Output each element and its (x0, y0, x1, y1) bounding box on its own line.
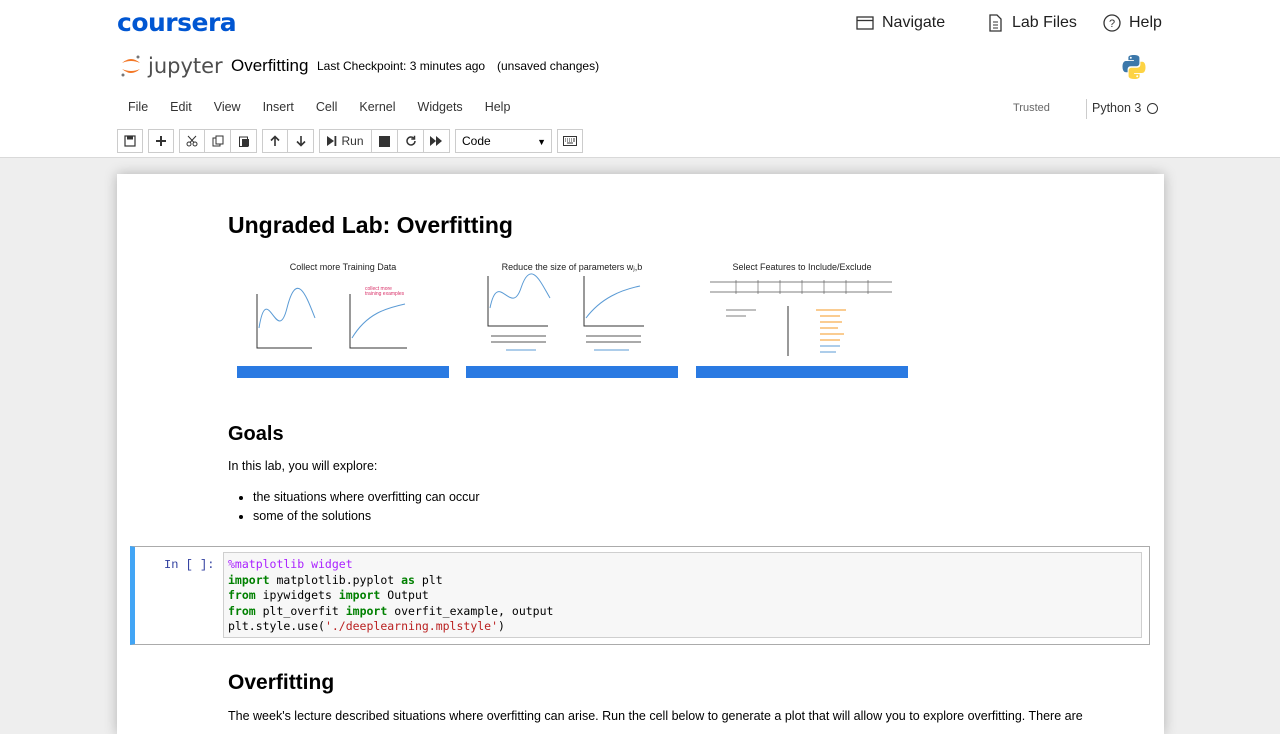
jupyter-logo-text: jupyter (148, 54, 223, 78)
help-label: Help (1129, 14, 1162, 31)
jupyter-menubar: File Edit View Insert Cell Kernel Widget… (117, 96, 521, 120)
slide-footer (696, 366, 908, 378)
run-button[interactable]: Run (319, 129, 372, 153)
chevron-down-icon: ▼ (537, 137, 546, 147)
slide-select-features: Select Features to Include/Exclude (696, 258, 908, 378)
jupyter-toolbar: Run Code ▼ (117, 129, 588, 153)
save-icon (124, 135, 136, 147)
save-button[interactable] (117, 129, 143, 153)
kernel-divider (1086, 99, 1087, 119)
scissors-icon (186, 135, 198, 147)
svg-text:?: ? (1109, 18, 1115, 30)
notebook-heading: Ungraded Lab: Overfitting (228, 212, 513, 238)
autosave-status: (unsaved changes) (497, 59, 600, 73)
copy-button[interactable] (205, 129, 231, 153)
slide-reduce-parameters: Reduce the size of parameters wⱼ,b (466, 258, 678, 378)
notebook-title[interactable]: Overfitting (231, 56, 308, 76)
section-heading: Overfitting (228, 671, 335, 694)
lab-files-label: Lab Files (1012, 14, 1077, 31)
arrow-up-icon (270, 135, 280, 146)
jupyter-logo-icon (121, 55, 140, 77)
interrupt-button[interactable] (372, 129, 398, 153)
stop-icon (379, 135, 390, 147)
menu-edit[interactable]: Edit (159, 96, 203, 120)
coursera-topbar: coursera Navigate Lab Files ? Help (0, 0, 1280, 50)
move-down-button[interactable] (288, 129, 314, 153)
command-palette-button[interactable] (557, 129, 583, 153)
slide-graphic (710, 280, 892, 356)
navigate-label: Navigate (882, 14, 946, 31)
list-item: the situations where overfitting can occ… (253, 490, 480, 509)
menu-help[interactable]: Help (474, 96, 522, 120)
code-line: from ipywidgets import Output (228, 588, 429, 602)
menu-insert[interactable]: Insert (252, 96, 305, 120)
code-line: %matplotlib widget (228, 557, 353, 571)
jupyter-logo[interactable]: jupyter (120, 54, 223, 78)
fast-forward-icon (430, 136, 442, 146)
file-icon (989, 14, 1002, 32)
goals-list: the situations where overfitting can occ… (253, 490, 480, 527)
slide-footer (237, 366, 449, 378)
code-line: from plt_overfit import overfit_example,… (228, 604, 554, 618)
cell-prompt: In [ ]: (164, 558, 215, 572)
navigate-button[interactable]: Navigate (856, 14, 945, 32)
menu-widgets[interactable]: Widgets (407, 96, 474, 120)
keyboard-icon (563, 136, 577, 146)
kernel-name[interactable]: Python 3 (1092, 101, 1141, 115)
coursera-logo[interactable]: coursera (117, 8, 237, 37)
navigate-icon (856, 16, 874, 30)
cell-type-value: Code (462, 134, 491, 148)
help-icon: ? (1103, 14, 1121, 32)
section-text: The week's lecture described situations … (228, 709, 1083, 723)
svg-text:training examples: training examples (365, 291, 405, 297)
lab-files-button[interactable]: Lab Files (986, 14, 1077, 32)
menu-kernel[interactable]: Kernel (348, 96, 406, 120)
arrow-down-icon (295, 136, 306, 147)
kernel-status-icon (1147, 103, 1158, 114)
plus-icon (156, 136, 166, 146)
copy-icon (212, 135, 223, 147)
checkpoint-status: Last Checkpoint: 3 minutes ago (317, 59, 486, 73)
menu-file[interactable]: File (117, 96, 159, 120)
slide-footer (466, 366, 678, 378)
run-label: Run (341, 134, 364, 148)
goals-heading: Goals (228, 423, 284, 445)
step-forward-icon (327, 136, 337, 146)
restart-run-all-button[interactable] (424, 129, 450, 153)
cut-button[interactable] (179, 129, 205, 153)
restart-button[interactable] (398, 129, 424, 153)
paste-button[interactable] (231, 129, 257, 153)
paste-icon (238, 136, 249, 147)
goals-intro: In this lab, you will explore: (228, 459, 378, 473)
cell-type-select[interactable]: Code ▼ (455, 129, 552, 153)
slide-graphic: collect more training examples (256, 286, 407, 349)
python-logo-icon (1122, 55, 1146, 79)
code-line: import matplotlib.pyplot as plt (228, 573, 443, 587)
list-item: some of the solutions (253, 509, 480, 528)
menu-cell[interactable]: Cell (305, 96, 349, 120)
move-up-button[interactable] (262, 129, 288, 153)
menu-view[interactable]: View (203, 96, 252, 120)
insert-cell-button[interactable] (148, 129, 174, 153)
code-text: %matplotlib widget (228, 557, 353, 571)
trusted-indicator[interactable]: Trusted (1008, 99, 1055, 117)
code-line: plt.style.use('./deeplearning.mplstyle') (228, 619, 505, 633)
help-button[interactable]: ? Help (1103, 14, 1162, 32)
slide-graphic (487, 273, 644, 351)
slide-collect-data: Collect more Training Data collect more … (237, 258, 449, 378)
refresh-icon (405, 135, 416, 146)
